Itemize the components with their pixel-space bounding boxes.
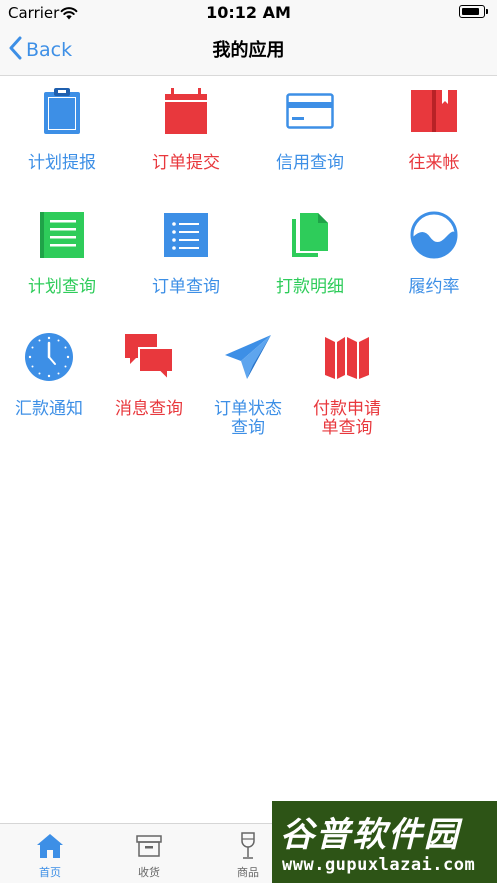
status-time: 10:12 AM xyxy=(206,3,291,22)
app-label: 付款申请 单查询 xyxy=(313,399,381,438)
app-label: 往来帐 xyxy=(408,153,460,173)
book-icon xyxy=(409,86,459,136)
app-plan-query[interactable]: 计划查询 xyxy=(7,210,117,297)
app-credit-query[interactable]: 信用查询 xyxy=(255,86,365,173)
calendar-icon xyxy=(161,86,211,136)
watermark: 谷普软件园 www.gupuxlazai.com xyxy=(272,801,497,883)
app-label: 计划提报 xyxy=(28,153,96,173)
wave-gauge-icon xyxy=(409,210,459,260)
back-button-label: Back xyxy=(26,39,73,61)
watermark-brand: 谷普软件园 xyxy=(280,815,460,855)
app-order-submit[interactable]: 订单提交 xyxy=(131,86,241,173)
app-message-query[interactable]: 消息查询 xyxy=(94,332,204,419)
app-account-ledger[interactable]: 往来帐 xyxy=(379,86,489,173)
page-title: 我的应用 xyxy=(212,40,285,61)
app-payment-request-query[interactable]: 付款申请 单查询 xyxy=(292,332,402,438)
app-payment-details[interactable]: 打款明细 xyxy=(255,210,365,297)
paper-plane-icon xyxy=(223,332,273,382)
tab-label: 商品 xyxy=(237,866,259,879)
wine-glass-icon xyxy=(233,831,263,861)
app-label: 订单提交 xyxy=(152,153,220,173)
app-label: 汇款通知 xyxy=(15,399,83,419)
tab-label: 收货 xyxy=(138,866,160,879)
app-label: 订单状态 查询 xyxy=(214,399,282,438)
app-label: 计划查询 xyxy=(28,277,96,297)
clipboard-icon xyxy=(37,86,87,136)
document-lines-icon xyxy=(37,210,87,260)
home-icon xyxy=(35,831,65,861)
app-label: 消息查询 xyxy=(115,399,183,419)
map-icon xyxy=(322,332,372,382)
app-plan-report[interactable]: 计划提报 xyxy=(7,86,117,173)
back-button[interactable]: Back xyxy=(8,34,72,66)
chevron-left-icon xyxy=(8,36,22,64)
app-label: 订单查询 xyxy=(152,277,220,297)
app-label: 履约率 xyxy=(408,277,460,297)
tab-home[interactable]: 首页 xyxy=(0,824,100,883)
navigation-bar: 我的应用 Back xyxy=(0,26,497,76)
clock-icon xyxy=(24,332,74,382)
watermark-url: www.gupuxlazai.com xyxy=(282,855,476,875)
tab-label: 首页 xyxy=(39,866,61,879)
documents-icon xyxy=(285,210,335,260)
battery-icon xyxy=(459,5,488,18)
app-order-status-query[interactable]: 订单状态 查询 xyxy=(193,332,303,438)
status-bar: Carrier 10:12 AM xyxy=(0,0,497,26)
app-fulfillment-rate[interactable]: 履约率 xyxy=(379,210,489,297)
list-icon xyxy=(161,210,211,260)
app-label: 信用查询 xyxy=(276,153,344,173)
tab-receiving[interactable]: 收货 xyxy=(99,824,199,883)
app-label: 打款明细 xyxy=(276,277,344,297)
credit-card-icon xyxy=(285,86,335,136)
chat-bubbles-icon xyxy=(124,332,174,382)
app-remittance-notice[interactable]: 汇款通知 xyxy=(0,332,104,419)
app-order-query[interactable]: 订单查询 xyxy=(131,210,241,297)
box-icon xyxy=(134,831,164,861)
